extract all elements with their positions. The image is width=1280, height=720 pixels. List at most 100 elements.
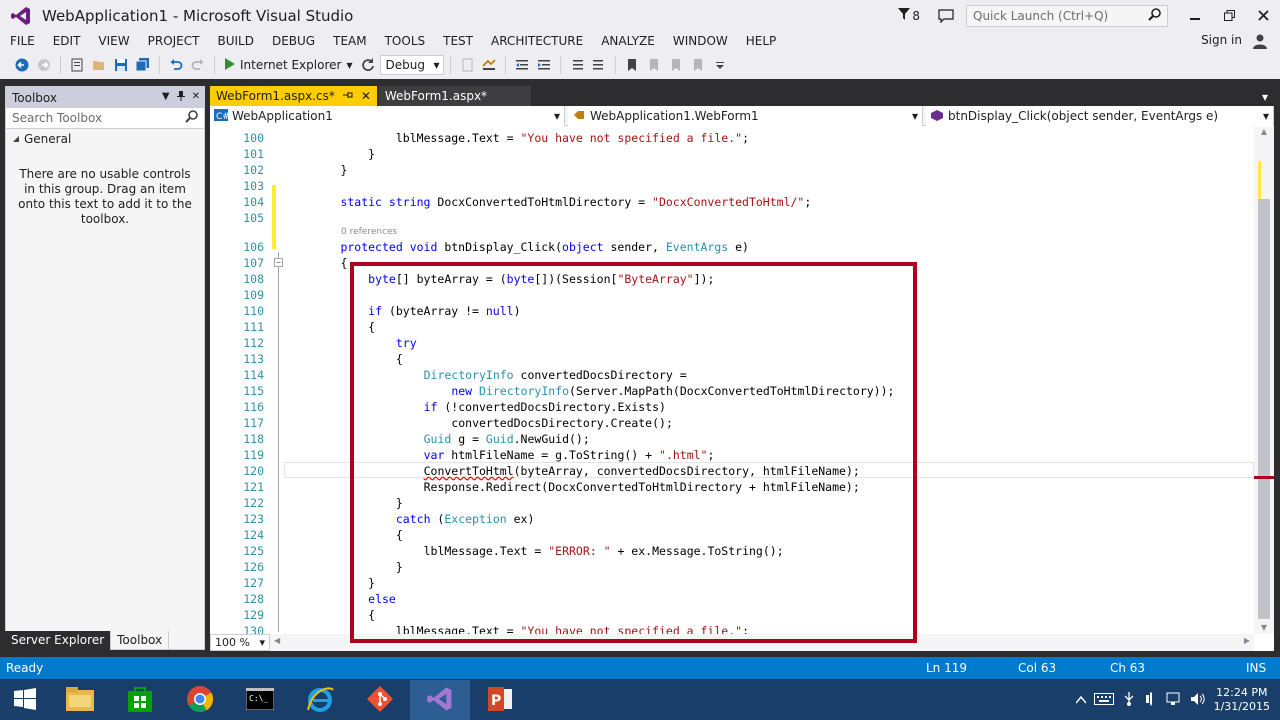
code-token: } — [395, 496, 403, 510]
code-token: g = — [451, 432, 486, 446]
menu-file[interactable]: FILE — [0, 31, 44, 51]
toolbox-group-general[interactable]: General — [6, 129, 204, 149]
tab-toolbox[interactable]: Toolbox — [110, 631, 170, 650]
browser-link-icon[interactable] — [479, 55, 499, 75]
menu-help[interactable]: HELP — [737, 31, 786, 51]
internet-explorer-app[interactable] — [290, 680, 350, 720]
menu-team[interactable]: TEAM — [324, 31, 375, 51]
code-line: 111 { — [210, 319, 1254, 335]
windows-taskbar: C:\_ P 12:24 PM 1/31/2015 — [0, 680, 1280, 720]
visual-studio-app[interactable] — [410, 680, 470, 720]
menu-test[interactable]: TEST — [434, 31, 482, 51]
start-button[interactable] — [0, 680, 50, 720]
close-button[interactable] — [1246, 0, 1280, 31]
network-icon[interactable] — [1166, 692, 1182, 709]
toolbox-search-input[interactable]: Search Toolbox — [6, 108, 204, 129]
menu-architecture[interactable]: ARCHITECTURE — [482, 31, 592, 51]
save-icon[interactable] — [111, 55, 131, 75]
pin-icon[interactable] — [176, 91, 186, 104]
bookmark-icon[interactable] — [622, 55, 642, 75]
menu-project[interactable]: PROJECT — [139, 31, 209, 51]
scroll-right-icon[interactable]: ▶ — [1244, 636, 1250, 645]
menu-debug[interactable]: DEBUG — [263, 31, 324, 51]
standard-toolbar: Internet Explorer ▾ Debug ▾ — [0, 51, 1280, 79]
taskbar-clock[interactable]: 12:24 PM 1/31/2015 — [1214, 686, 1270, 714]
project-dropdown[interactable]: C# WebApplication1 ▾ — [210, 106, 565, 126]
chevron-down-icon: ▾ — [911, 109, 918, 123]
scroll-thumb[interactable] — [1258, 199, 1270, 619]
quick-launch-input[interactable]: Quick Launch (Ctrl+Q) — [966, 4, 1168, 27]
tab-overflow-icon[interactable]: ▾ — [1262, 90, 1268, 104]
toolbar-overflow-icon[interactable] — [710, 55, 730, 75]
command-prompt-app[interactable]: C:\_ — [230, 680, 290, 720]
open-file-icon[interactable] — [89, 55, 109, 75]
uncomment-icon[interactable] — [589, 55, 609, 75]
zoom-select[interactable]: 100 % ▾ — [210, 634, 270, 651]
account-icon[interactable] — [1252, 33, 1268, 49]
find-in-files-icon[interactable] — [457, 55, 477, 75]
sign-in-link[interactable]: Sign in — [1201, 33, 1242, 47]
code-token: EventArgs — [665, 240, 729, 254]
next-bookmark-icon[interactable] — [666, 55, 686, 75]
comment-icon[interactable] — [567, 55, 587, 75]
code-token: { — [395, 352, 403, 366]
navigation-bar: C# WebApplication1 ▾ WebApplication1.Web… — [210, 106, 1274, 126]
horizontal-scrollbar[interactable]: ◀ ▶ — [270, 634, 1254, 651]
code-token: static — [340, 195, 382, 209]
usb-icon[interactable] — [1122, 691, 1136, 709]
vertical-scrollbar[interactable]: ▲ ▼ — [1254, 127, 1274, 634]
scroll-up-icon[interactable]: ▲ — [1254, 127, 1274, 136]
menu-view[interactable]: VIEW — [89, 31, 138, 51]
minimize-button[interactable] — [1178, 0, 1212, 31]
close-icon[interactable]: ✕ — [192, 91, 200, 104]
line-number: 112 — [243, 336, 264, 350]
scroll-left-icon[interactable]: ◀ — [274, 636, 280, 645]
code-text-area[interactable]: − 100 lblMessage.Text = "You have not spe… — [210, 127, 1254, 634]
keyboard-icon[interactable] — [1093, 692, 1114, 708]
store-app[interactable] — [110, 680, 170, 720]
menu-window[interactable]: WINDOW — [664, 31, 737, 51]
start-debugging-button[interactable]: Internet Explorer ▾ — [221, 55, 356, 75]
feedback-icon[interactable] — [938, 8, 954, 23]
code-editor[interactable]: C# WebApplication1 ▾ WebApplication1.Web… — [210, 106, 1274, 651]
scroll-down-icon[interactable]: ▼ — [1254, 623, 1274, 632]
chevron-down-icon[interactable]: ▼ — [162, 91, 170, 104]
forward-icon[interactable] — [34, 55, 54, 75]
clear-bookmarks-icon[interactable] — [688, 55, 708, 75]
menu-tools[interactable]: TOOLS — [376, 31, 435, 51]
menu-analyze[interactable]: ANALYZE — [592, 31, 664, 51]
configuration-select[interactable]: Debug ▾ — [380, 55, 445, 75]
tab-server-explorer[interactable]: Server Explorer — [5, 631, 111, 650]
menu-edit[interactable]: EDIT — [44, 31, 90, 51]
pin-icon[interactable] — [342, 89, 353, 103]
back-icon[interactable] — [12, 55, 32, 75]
chrome-app[interactable] — [170, 680, 230, 720]
maximize-button[interactable] — [1212, 0, 1246, 31]
close-icon[interactable]: ✕ — [361, 89, 371, 103]
tab-webform1-aspx[interactable]: WebForm1.aspx* — [378, 86, 532, 106]
code-line: 130 lblMessage.Text = "You have not speci… — [210, 623, 1254, 634]
undo-icon[interactable] — [166, 55, 186, 75]
redo-icon[interactable] — [188, 55, 208, 75]
code-line: 117 convertedDocsDirectory.Create(); — [210, 415, 1254, 431]
new-project-icon[interactable] — [67, 55, 87, 75]
member-dropdown[interactable]: btnDisplay_Click(object sender, EventArg… — [926, 106, 1274, 126]
save-all-icon[interactable] — [133, 55, 153, 75]
file-explorer-app[interactable] — [50, 680, 110, 720]
menu-build[interactable]: BUILD — [208, 31, 262, 51]
previous-bookmark-icon[interactable] — [644, 55, 664, 75]
refresh-icon[interactable] — [358, 55, 378, 75]
outdent-icon[interactable] — [512, 55, 532, 75]
indent-icon[interactable] — [534, 55, 554, 75]
git-app[interactable] — [350, 680, 410, 720]
powerpoint-app[interactable]: P — [470, 680, 530, 720]
codelens-references[interactable]: 0 references — [341, 227, 397, 237]
class-dropdown[interactable]: WebApplication1.WebForm1 ▾ — [568, 106, 923, 126]
notifications-button[interactable]: 8 — [898, 8, 920, 23]
configuration-value: Debug — [385, 58, 425, 72]
volume-icon[interactable] — [1190, 692, 1206, 709]
action-center-icon[interactable] — [1144, 691, 1158, 709]
show-hidden-icons-icon[interactable] — [1075, 693, 1087, 707]
tab-webform1-aspx-cs[interactable]: WebForm1.aspx.cs* ✕ — [210, 86, 377, 106]
svg-text:P: P — [491, 693, 501, 709]
